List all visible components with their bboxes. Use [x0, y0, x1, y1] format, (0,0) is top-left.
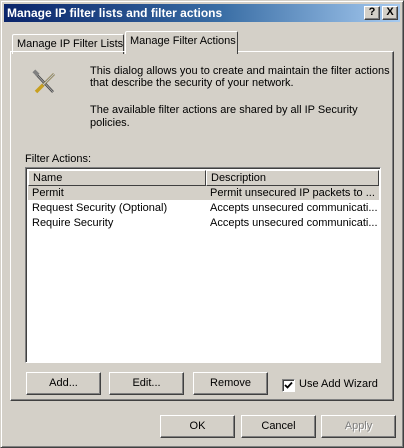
- close-button[interactable]: X: [382, 6, 398, 20]
- table-row[interactable]: Permit Permit unsecured IP packets to ..…: [28, 186, 379, 200]
- filter-actions-list[interactable]: Name Description Permit Permit unsecured…: [25, 167, 381, 363]
- wrench-screwdriver-icon: [31, 69, 59, 97]
- table-row[interactable]: Request Security (Optional) Accepts unse…: [28, 201, 379, 215]
- window-title: Manage IP filter lists and filter action…: [7, 6, 223, 20]
- dialog-window: Manage IP filter lists and filter action…: [0, 0, 404, 448]
- filter-actions-label: Filter Actions:: [25, 153, 92, 165]
- row-description: Accepts unsecured communicati...: [210, 202, 378, 214]
- checkmark-icon: [284, 381, 293, 389]
- edit-button[interactable]: Edit...: [109, 372, 184, 395]
- column-header-description[interactable]: Description: [206, 170, 379, 186]
- add-button[interactable]: Add...: [26, 372, 101, 395]
- row-name: Require Security: [32, 217, 114, 229]
- row-name: Request Security (Optional): [32, 202, 168, 214]
- help-button[interactable]: ?: [364, 6, 380, 20]
- intro-text-line-1: This dialog allows you to create and mai…: [90, 65, 390, 77]
- table-row[interactable]: Require Security Accepts unsecured commu…: [28, 216, 379, 230]
- intro-text-line-3: The available filter actions are shared …: [90, 104, 358, 116]
- intro-text-line-4: policies.: [90, 117, 130, 129]
- remove-button[interactable]: Remove: [193, 372, 268, 395]
- apply-button[interactable]: Apply: [321, 415, 396, 438]
- row-description: Accepts unsecured communicati...: [210, 217, 378, 229]
- column-header-name[interactable]: Name: [28, 170, 206, 186]
- row-description: Permit unsecured IP packets to ...: [210, 187, 375, 199]
- intro-text-line-2: that describe the security of your netwo…: [90, 77, 294, 89]
- use-add-wizard-checkbox[interactable]: [282, 379, 295, 392]
- title-bar[interactable]: Manage IP filter lists and filter action…: [4, 4, 400, 22]
- ok-button[interactable]: OK: [160, 415, 235, 438]
- row-name: Permit: [32, 187, 64, 199]
- cancel-button[interactable]: Cancel: [241, 415, 316, 438]
- use-add-wizard-label[interactable]: Use Add Wizard: [299, 378, 378, 390]
- tab-manage-filter-actions[interactable]: Manage Filter Actions: [125, 31, 238, 54]
